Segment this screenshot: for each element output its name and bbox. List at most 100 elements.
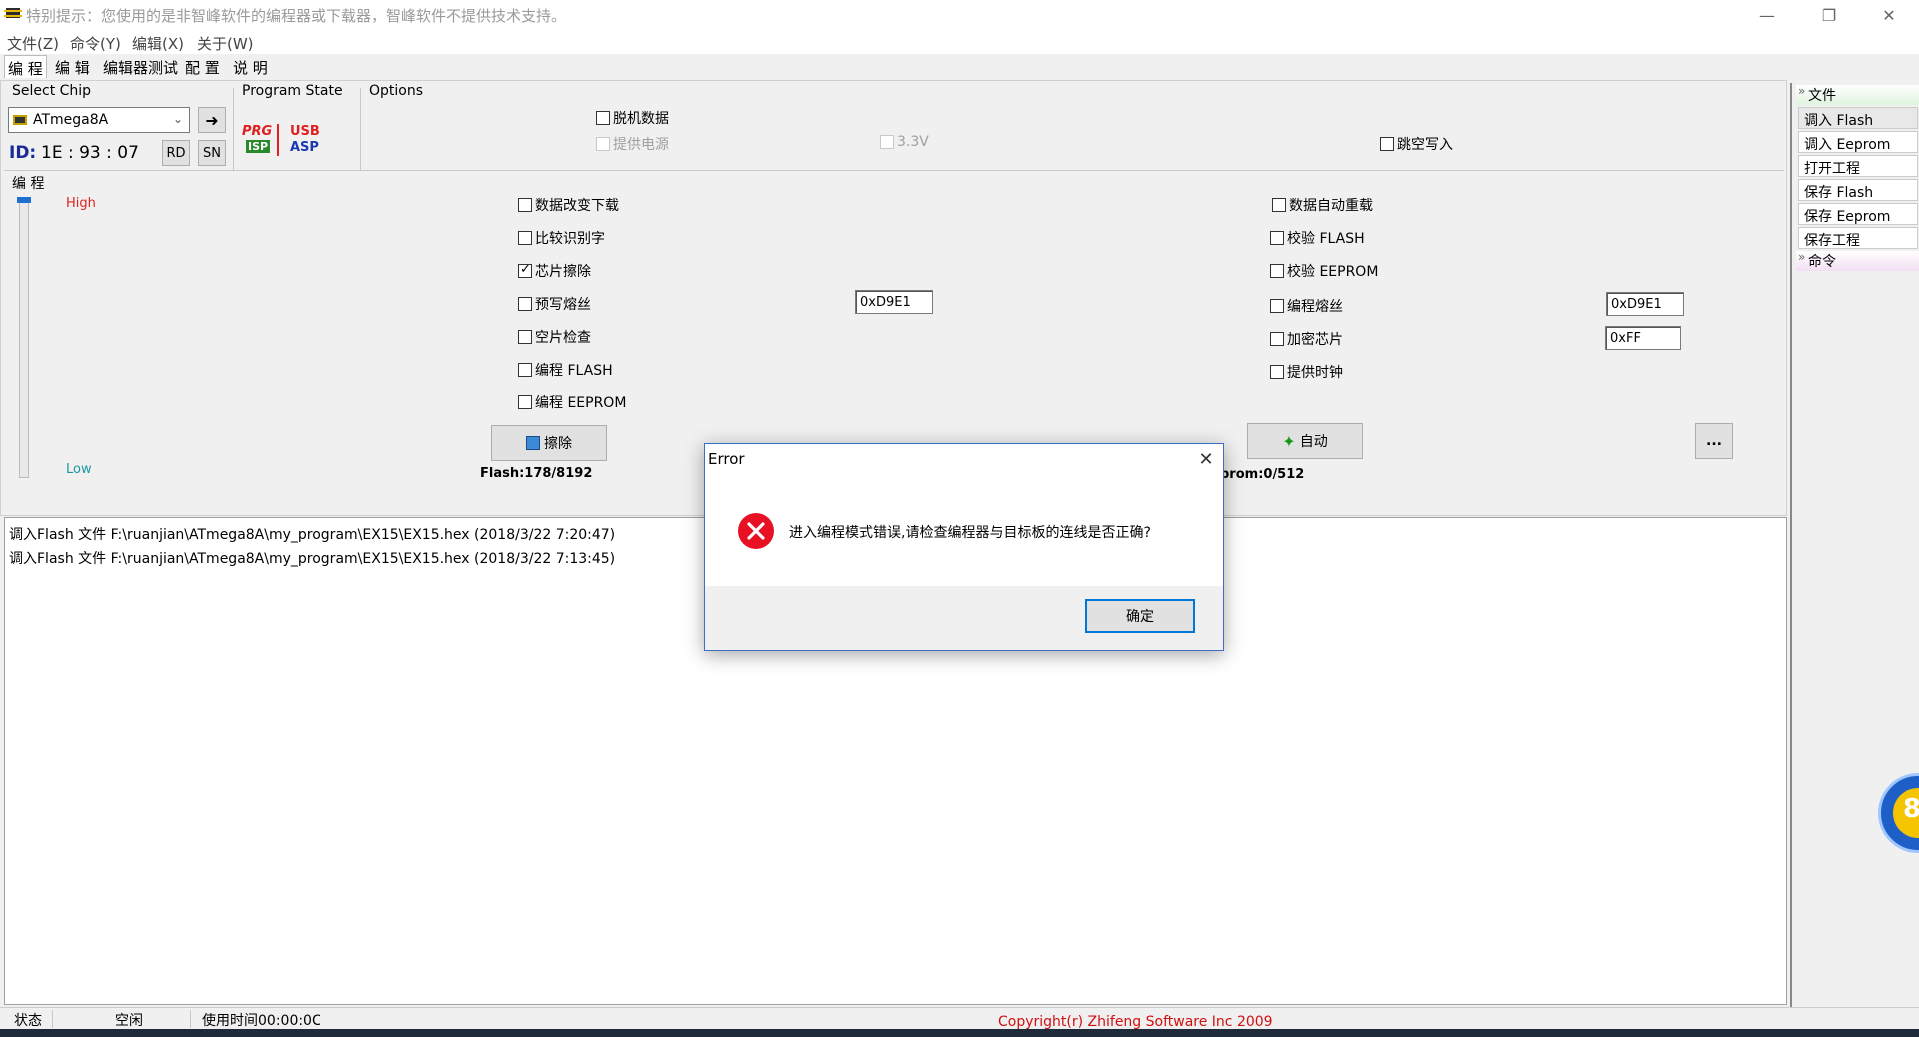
save-eeprom-item[interactable]: 保存 Eeprom bbox=[1798, 203, 1918, 225]
prg-isp-icon: PRG ISP bbox=[242, 124, 272, 156]
blank-check-checkbox[interactable]: 空片检查 bbox=[518, 327, 591, 347]
prewrite-fuse-label: 预写熔丝 bbox=[535, 297, 591, 313]
id-label: ID: bbox=[9, 143, 37, 163]
high-label: High bbox=[66, 196, 96, 211]
erase-icon bbox=[526, 436, 540, 450]
usb-text: USB bbox=[290, 124, 320, 139]
command-section-header[interactable]: 命令 bbox=[1796, 250, 1919, 271]
lock-input[interactable]: 0xFF bbox=[1605, 326, 1681, 350]
compare-signature-checkbox[interactable]: 比较识别字 bbox=[518, 228, 605, 248]
auto-button-label: 自动 bbox=[1299, 434, 1328, 450]
app-icon bbox=[4, 8, 22, 18]
chip-erase-checkbox[interactable]: 芯片擦除 bbox=[518, 261, 591, 281]
program-group-title: 编 程 bbox=[12, 176, 45, 192]
separator bbox=[233, 88, 234, 170]
tab-config[interactable]: 配 置 bbox=[182, 57, 223, 78]
restore-button[interactable]: ❐ bbox=[1806, 0, 1852, 30]
title-bar: 特别提示：您使用的是非智峰软件的编程器或下载器，智峰软件不提供技术支持。 — ❐… bbox=[0, 0, 1919, 30]
verify-eeprom-label: 校验 EEPROM bbox=[1287, 264, 1379, 280]
dialog-close-button[interactable]: ✕ bbox=[1191, 446, 1221, 472]
checkbox-box bbox=[1270, 231, 1284, 245]
minimize-button[interactable]: — bbox=[1744, 0, 1790, 30]
offline-data-checkbox[interactable]: 脱机数据 bbox=[596, 108, 669, 128]
auto-reload-checkbox[interactable]: 数据自动重载 bbox=[1272, 195, 1373, 215]
tab-edit[interactable]: 编 辑 bbox=[52, 57, 93, 78]
checkbox-box bbox=[1270, 299, 1284, 313]
tab-editor-test[interactable]: 编辑器测试 bbox=[100, 57, 181, 78]
program-fuse-label: 编程熔丝 bbox=[1287, 299, 1343, 315]
skip-blank-label: 跳空写入 bbox=[1397, 137, 1453, 153]
error-dialog: Error ✕ 进入编程模式错误,请检查编程器与目标板的连线是否正确? 确定 bbox=[704, 443, 1224, 651]
window-title: 特别提示：您使用的是非智峰软件的编程器或下载器，智峰软件不提供技术支持。 bbox=[26, 7, 567, 25]
supply-clock-label: 提供时钟 bbox=[1287, 365, 1343, 381]
skip-blank-checkbox[interactable]: 跳空写入 bbox=[1380, 134, 1453, 154]
menu-edit[interactable]: 编辑(X) bbox=[132, 33, 184, 54]
checkbox-box bbox=[880, 135, 894, 149]
program-flash-checkbox[interactable]: 编程 FLASH bbox=[518, 360, 613, 380]
low-label: Low bbox=[66, 462, 92, 477]
level-slider-track[interactable] bbox=[19, 198, 29, 478]
checkbox-box bbox=[1272, 198, 1286, 212]
auto-button[interactable]: ✦ 自动 bbox=[1247, 423, 1363, 459]
voltage-33-checkbox[interactable]: 3.3V bbox=[880, 134, 929, 150]
select-chip-title: Select Chip bbox=[12, 83, 92, 99]
program-flash-label: 编程 FLASH bbox=[535, 363, 613, 379]
prewrite-fuse-checkbox[interactable]: 预写熔丝 bbox=[518, 294, 591, 314]
download-on-change-checkbox[interactable]: 数据改变下载 bbox=[518, 195, 619, 215]
sn-button[interactable]: SN bbox=[198, 140, 226, 166]
chip-icon bbox=[13, 115, 27, 125]
program-state-title: Program State bbox=[242, 83, 343, 99]
log-line: 调入Flash 文件 F:\ruanjian\ATmega8A\my_progr… bbox=[9, 527, 616, 543]
separator bbox=[190, 1010, 191, 1028]
taskbar-strip bbox=[0, 1029, 1919, 1037]
dialog-message: 进入编程模式错误,请检查编程器与目标板的连线是否正确? bbox=[789, 525, 1151, 541]
program-eeprom-checkbox[interactable]: 编程 EEPROM bbox=[518, 392, 626, 412]
lock-chip-checkbox[interactable]: 加密芯片 bbox=[1270, 329, 1343, 349]
supply-power-checkbox[interactable]: 提供电源 bbox=[596, 134, 669, 154]
menu-bar: 文件(Z) 命令(Y) 编辑(X) 关于(W) bbox=[0, 30, 1919, 54]
right-panel: 文件 调入 Flash 调入 Eeprom 打开工程 保存 Flash 保存 E… bbox=[1790, 83, 1919, 1008]
chip-select[interactable]: ATmega8A ⌄ bbox=[8, 107, 190, 133]
ok-button[interactable]: 确定 bbox=[1085, 599, 1195, 633]
compare-signature-label: 比较识别字 bbox=[535, 231, 605, 247]
load-flash-item[interactable]: 调入 Flash bbox=[1798, 107, 1918, 129]
tab-program[interactable]: 编 程 bbox=[4, 55, 47, 78]
save-project-item[interactable]: 保存工程 bbox=[1798, 227, 1918, 249]
open-project-item[interactable]: 打开工程 bbox=[1798, 155, 1918, 177]
close-button[interactable]: ✕ bbox=[1866, 0, 1912, 30]
checkbox-box bbox=[596, 137, 610, 151]
erase-button[interactable]: 擦除 bbox=[491, 425, 607, 461]
badge-number: 8 bbox=[1903, 794, 1919, 824]
supply-clock-checkbox[interactable]: 提供时钟 bbox=[1270, 362, 1343, 382]
checkbox-box-checked bbox=[518, 262, 532, 278]
rd-button[interactable]: RD bbox=[162, 140, 190, 166]
asp-text: ASP bbox=[290, 140, 319, 155]
checkbox-box bbox=[518, 231, 532, 245]
menu-about[interactable]: 关于(W) bbox=[197, 33, 254, 54]
checkbox-box bbox=[1270, 264, 1284, 278]
save-flash-item[interactable]: 保存 Flash bbox=[1798, 179, 1918, 201]
menu-file[interactable]: 文件(Z) bbox=[7, 33, 59, 54]
log-line: 调入Flash 文件 F:\ruanjian\ATmega8A\my_progr… bbox=[9, 551, 616, 567]
checkbox-box bbox=[596, 111, 610, 125]
verify-eeprom-checkbox[interactable]: 校验 EEPROM bbox=[1270, 261, 1378, 281]
download-on-change-label: 数据改变下载 bbox=[535, 198, 619, 214]
go-button[interactable]: ➜ bbox=[198, 107, 226, 133]
prewrite-fuse-input[interactable]: 0xD9E1 bbox=[855, 290, 933, 314]
eeprom-usage: prom:0/512 bbox=[1220, 467, 1305, 482]
menu-command[interactable]: 命令(Y) bbox=[70, 33, 121, 54]
verify-flash-checkbox[interactable]: 校验 FLASH bbox=[1270, 228, 1365, 248]
file-section-header[interactable]: 文件 bbox=[1796, 84, 1919, 105]
more-button[interactable]: ... bbox=[1695, 423, 1733, 459]
status-value: 空闲 bbox=[115, 1013, 143, 1029]
level-slider-thumb[interactable] bbox=[17, 197, 31, 203]
program-fuse-checkbox[interactable]: 编程熔丝 bbox=[1270, 296, 1343, 316]
tab-help[interactable]: 说 明 bbox=[230, 57, 271, 78]
status-label: 状态 bbox=[14, 1013, 42, 1029]
fuse-input[interactable]: 0xD9E1 bbox=[1606, 292, 1684, 316]
load-eeprom-item[interactable]: 调入 Eeprom bbox=[1798, 131, 1918, 153]
program-eeprom-label: 编程 EEPROM bbox=[535, 395, 627, 411]
chevron-down-icon: ⌄ bbox=[172, 112, 183, 126]
separator bbox=[4, 170, 1784, 171]
flash-usage: Flash:178/8192 bbox=[480, 466, 593, 481]
